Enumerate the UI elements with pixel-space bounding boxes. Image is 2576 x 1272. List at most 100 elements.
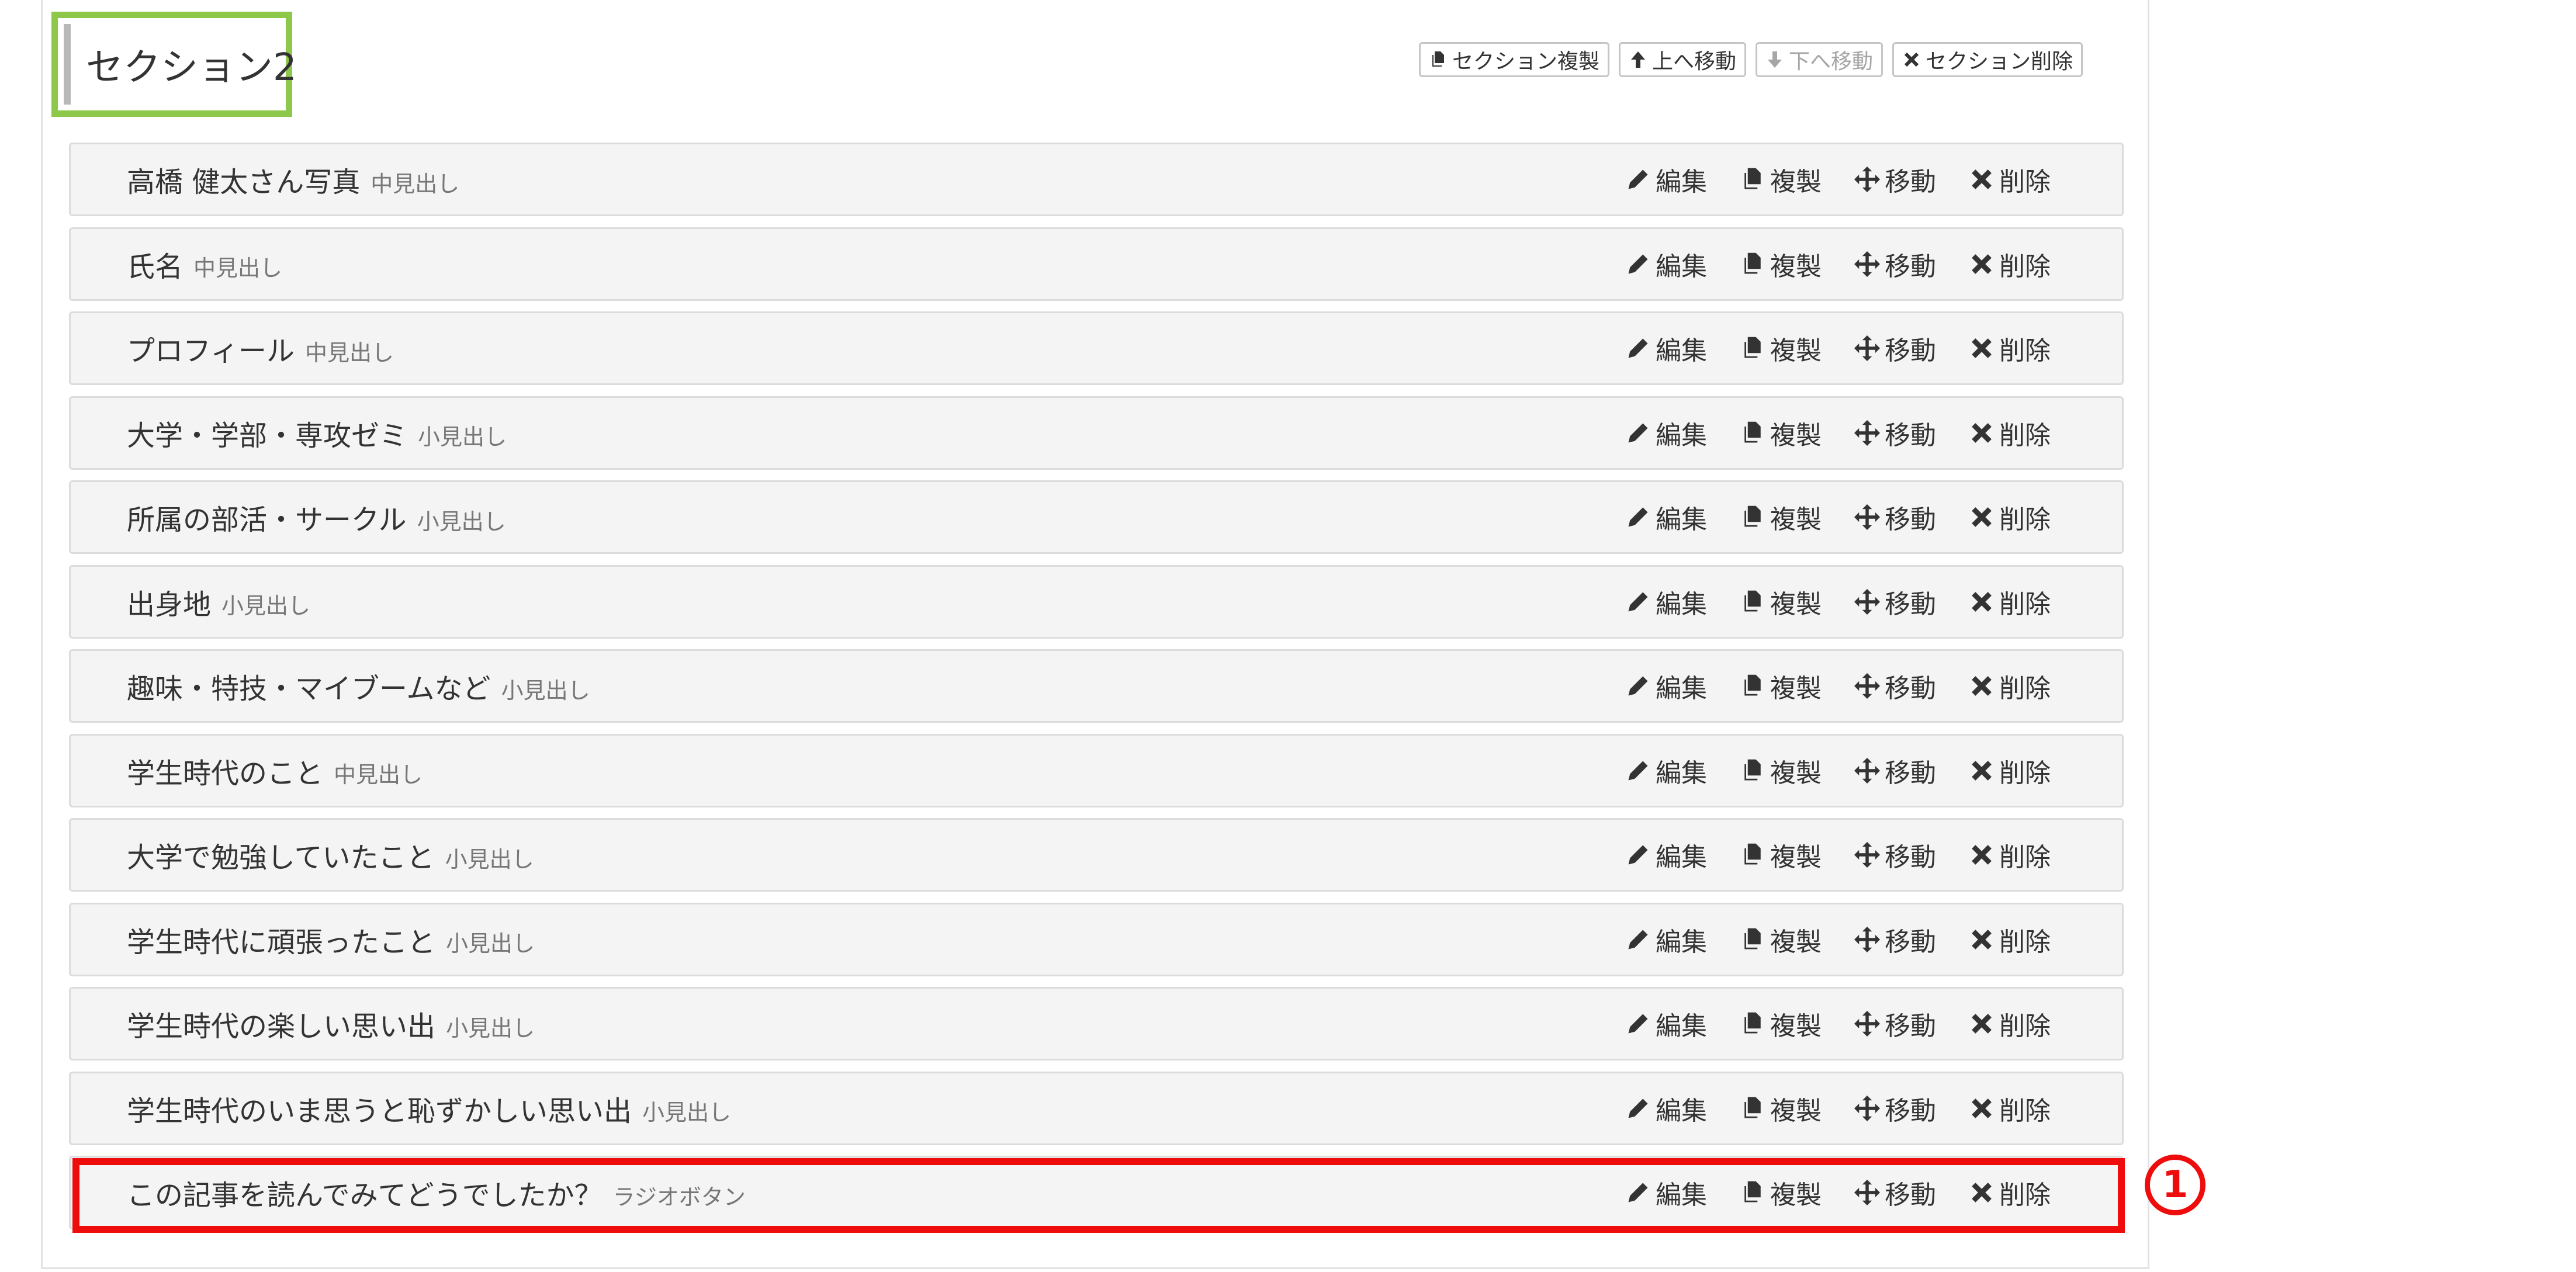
delete-button[interactable]: 削除 bbox=[1969, 667, 2051, 705]
delete-button[interactable]: 削除 bbox=[1969, 498, 2051, 536]
delete-label: 削除 bbox=[1999, 336, 2051, 366]
edit-button[interactable]: 編集 bbox=[1625, 583, 1707, 621]
copy-button[interactable]: 複製 bbox=[1740, 161, 1822, 198]
copy-button[interactable]: 複製 bbox=[1740, 921, 1822, 958]
pencil-icon bbox=[1628, 592, 1648, 611]
edit-button[interactable]: 編集 bbox=[1625, 921, 1707, 958]
list-item: 趣味・特技・マイブームなど 小見出し 編集 複製 移動 削除 bbox=[69, 649, 2124, 723]
move-icon bbox=[1854, 1095, 1880, 1121]
delete-button[interactable]: 削除 bbox=[1969, 583, 2051, 621]
close-icon bbox=[1972, 676, 1992, 696]
edit-button[interactable]: 編集 bbox=[1625, 1090, 1707, 1127]
move-icon bbox=[1854, 167, 1880, 192]
edit-button[interactable]: 編集 bbox=[1625, 498, 1707, 536]
copy-button[interactable]: 複製 bbox=[1740, 330, 1822, 367]
item-actions: 編集 複製 移動 削除 bbox=[1625, 229, 2083, 299]
copy-icon bbox=[1744, 421, 1761, 442]
delete-button[interactable]: 削除 bbox=[1969, 414, 2051, 452]
copy-icon bbox=[1744, 674, 1761, 696]
edit-button[interactable]: 編集 bbox=[1625, 1005, 1707, 1042]
item-type: 小見出し bbox=[418, 424, 507, 450]
move-button[interactable]: 移動 bbox=[1854, 1174, 1936, 1211]
delete-button[interactable]: 削除 bbox=[1969, 921, 2051, 958]
edit-button[interactable]: 編集 bbox=[1625, 245, 1707, 283]
copy-button[interactable]: 複製 bbox=[1740, 1005, 1822, 1042]
item-title: 所属の部活・サークル 小見出し bbox=[127, 482, 506, 552]
delete-button[interactable]: 削除 bbox=[1969, 330, 2051, 367]
edit-button[interactable]: 編集 bbox=[1625, 414, 1707, 452]
section-delete-button[interactable]: セクション削除 bbox=[1892, 42, 2083, 77]
edit-button[interactable]: 編集 bbox=[1625, 330, 1707, 367]
section-toolbar: セクション複製 上へ移動 下へ移動 セクション削除 bbox=[1419, 42, 2083, 77]
close-icon bbox=[1972, 760, 1992, 781]
edit-button[interactable]: 編集 bbox=[1625, 161, 1707, 198]
copy-button[interactable]: 複製 bbox=[1740, 1174, 1822, 1211]
move-button[interactable]: 移動 bbox=[1854, 414, 1936, 452]
delete-button[interactable]: 削除 bbox=[1969, 1005, 2051, 1042]
annotation-marker: 1 bbox=[2145, 1155, 2205, 1215]
move-up-button[interactable]: 上へ移動 bbox=[1619, 42, 1747, 77]
item-title: 出身地 小見出し bbox=[127, 567, 310, 637]
copy-label: 複製 bbox=[1770, 1180, 1822, 1210]
delete-button[interactable]: 削除 bbox=[1969, 836, 2051, 874]
item-title: 学生時代のこと 中見出し bbox=[127, 736, 423, 806]
list-item: 高橋 健太さん写真 中見出し 編集 複製 移動 削除 bbox=[69, 143, 2124, 216]
edit-button[interactable]: 編集 bbox=[1625, 752, 1707, 789]
move-icon bbox=[1854, 673, 1880, 699]
edit-button[interactable]: 編集 bbox=[1625, 667, 1707, 705]
delete-button[interactable]: 削除 bbox=[1969, 1174, 2051, 1211]
delete-button[interactable]: 削除 bbox=[1969, 1090, 2051, 1127]
copy-button[interactable]: 複製 bbox=[1740, 836, 1822, 874]
edit-button[interactable]: 編集 bbox=[1625, 836, 1707, 874]
item-name: プロフィール bbox=[127, 335, 295, 368]
item-name: 大学で勉強していたこと bbox=[127, 841, 435, 874]
move-button[interactable]: 移動 bbox=[1854, 161, 1936, 198]
delete-label: 削除 bbox=[1999, 1011, 2051, 1041]
copy-button[interactable]: 複製 bbox=[1740, 667, 1822, 705]
item-actions: 編集 複製 移動 削除 bbox=[1625, 820, 2083, 890]
copy-button[interactable]: 複製 bbox=[1740, 752, 1822, 789]
move-icon bbox=[1854, 504, 1880, 530]
move-button[interactable]: 移動 bbox=[1854, 498, 1936, 536]
move-button[interactable]: 移動 bbox=[1854, 836, 1936, 874]
close-icon bbox=[1972, 338, 1992, 358]
move-button[interactable]: 移動 bbox=[1854, 330, 1936, 367]
item-actions: 編集 複製 移動 削除 bbox=[1625, 398, 2083, 468]
item-type: 小見出し bbox=[446, 1015, 535, 1041]
edit-button[interactable]: 編集 bbox=[1625, 1174, 1707, 1211]
move-button[interactable]: 移動 bbox=[1854, 583, 1936, 621]
item-actions: 編集 複製 移動 削除 bbox=[1625, 904, 2083, 975]
pencil-icon bbox=[1628, 423, 1648, 442]
move-button[interactable]: 移動 bbox=[1854, 921, 1936, 958]
move-label: 移動 bbox=[1885, 843, 1936, 872]
copy-button[interactable]: 複製 bbox=[1740, 245, 1822, 283]
delete-button[interactable]: 削除 bbox=[1969, 161, 2051, 198]
move-down-label: 下へ移動 bbox=[1789, 50, 1874, 74]
move-icon bbox=[1854, 1180, 1880, 1205]
close-icon bbox=[1972, 422, 1992, 443]
copy-icon bbox=[1744, 759, 1761, 780]
move-button[interactable]: 移動 bbox=[1854, 1005, 1936, 1042]
copy-icon bbox=[1744, 1097, 1761, 1118]
move-icon bbox=[1854, 926, 1880, 952]
delete-button[interactable]: 削除 bbox=[1969, 245, 2051, 283]
copy-button[interactable]: 複製 bbox=[1740, 583, 1822, 621]
move-button[interactable]: 移動 bbox=[1854, 667, 1936, 705]
section-copy-button[interactable]: セクション複製 bbox=[1419, 42, 1610, 77]
close-icon bbox=[1972, 169, 1992, 189]
item-type: 小見出し bbox=[445, 846, 534, 872]
copy-icon bbox=[1744, 505, 1761, 527]
move-label: 移動 bbox=[1885, 674, 1936, 703]
move-label: 移動 bbox=[1885, 927, 1936, 957]
move-button[interactable]: 移動 bbox=[1854, 245, 1936, 283]
move-button[interactable]: 移動 bbox=[1854, 1090, 1936, 1127]
copy-button[interactable]: 複製 bbox=[1740, 498, 1822, 536]
copy-icon bbox=[1744, 1012, 1761, 1034]
copy-button[interactable]: 複製 bbox=[1740, 1090, 1822, 1127]
move-down-button[interactable]: 下へ移動 bbox=[1756, 42, 1883, 77]
edit-label: 編集 bbox=[1656, 505, 1707, 535]
move-label: 移動 bbox=[1885, 758, 1936, 788]
move-button[interactable]: 移動 bbox=[1854, 752, 1936, 789]
copy-button[interactable]: 複製 bbox=[1740, 414, 1822, 452]
delete-button[interactable]: 削除 bbox=[1969, 752, 2051, 789]
